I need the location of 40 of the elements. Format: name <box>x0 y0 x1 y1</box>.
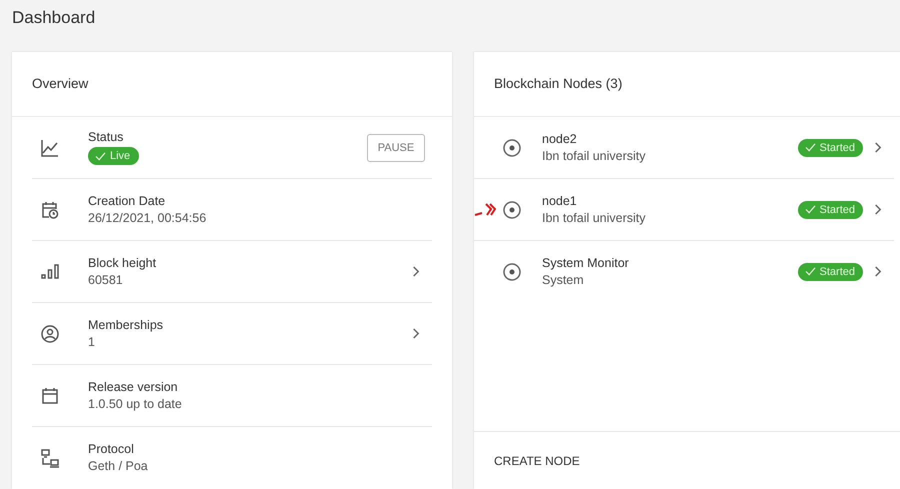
node-organization: Ibn tofail university <box>542 149 646 163</box>
chevron-icon[interactable] <box>411 327 420 340</box>
node-name: System Monitor <box>542 256 629 270</box>
row-value: 1.0.50 up to date <box>88 397 182 411</box>
chevron-icon[interactable] <box>411 265 420 278</box>
row-value: 60581 <box>88 273 123 287</box>
row-label: Block height <box>88 256 156 270</box>
pause-button[interactable]: PAUSE <box>367 134 425 162</box>
radio-icon <box>502 262 522 282</box>
node-name: node2 <box>542 132 577 146</box>
chevron-icon[interactable] <box>873 141 882 154</box>
node-organization: Ibn tofail university <box>542 211 646 225</box>
status-badge: Started <box>798 262 863 280</box>
row-value: Geth / Poa <box>88 459 148 473</box>
chevron-icon[interactable] <box>873 265 882 278</box>
card-title: Blockchain Nodes (3) <box>474 52 900 117</box>
network-icon <box>40 448 60 468</box>
row-value: 1 <box>88 335 95 349</box>
radio-icon <box>502 138 522 158</box>
node-name: node1 <box>542 194 577 208</box>
status-badge: Live <box>88 147 140 165</box>
row-label: Memberships <box>88 318 164 332</box>
row-label: Release version <box>88 380 178 394</box>
row-label: Status <box>88 130 124 144</box>
user-circle-icon <box>40 324 60 344</box>
create-node-button[interactable]: CREATE NODE <box>486 450 588 472</box>
status-badge: Started <box>798 138 863 156</box>
calendar-icon <box>40 386 60 406</box>
calendar-clock-icon <box>40 200 60 220</box>
status-badge: Started <box>798 200 863 218</box>
bar-chart-icon <box>40 262 60 282</box>
radio-icon <box>502 200 522 220</box>
row-label: Protocol <box>88 442 134 456</box>
page-title: Dashboard <box>12 7 96 29</box>
chart-icon <box>40 138 60 158</box>
node-organization: System <box>542 273 584 287</box>
card-title: Overview <box>12 52 452 117</box>
chevron-icon[interactable] <box>873 203 882 216</box>
row-value: 26/12/2021, 00:54:56 <box>88 211 206 225</box>
row-label: Creation Date <box>88 194 166 208</box>
